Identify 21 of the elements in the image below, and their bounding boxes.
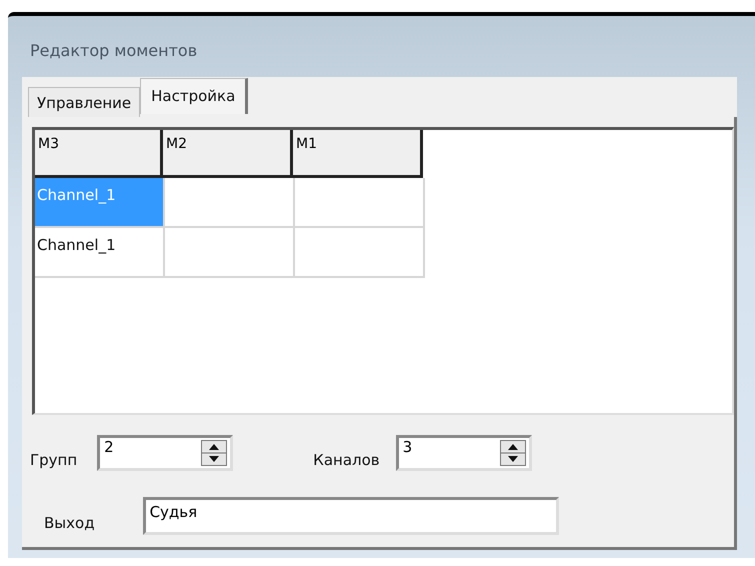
spin-box[interactable]: 2 bbox=[97, 435, 234, 471]
tab[interactable]: Настройка bbox=[140, 78, 248, 114]
spin-box[interactable]: 3 bbox=[396, 435, 532, 471]
spin-arrows-icon[interactable] bbox=[500, 440, 526, 466]
table-cell[interactable] bbox=[165, 178, 295, 228]
spinner-label: Групп bbox=[30, 451, 78, 469]
table-cell[interactable] bbox=[295, 228, 425, 278]
column-header[interactable]: M1 bbox=[293, 130, 423, 178]
spin-value: 2 bbox=[103, 438, 115, 456]
spin-value: 3 bbox=[402, 438, 414, 456]
output-label: Выход bbox=[44, 514, 95, 532]
window-title: Редактор моментов bbox=[29, 40, 198, 62]
table-cell[interactable] bbox=[295, 178, 425, 228]
spin-arrows-icon[interactable] bbox=[201, 440, 228, 466]
table-cell[interactable]: Channel_1 bbox=[35, 228, 165, 278]
output-field[interactable]: Судья bbox=[142, 497, 559, 535]
column-header[interactable]: M3 bbox=[35, 130, 163, 178]
spinner-label: Каналов bbox=[313, 451, 380, 469]
tab[interactable]: Управление bbox=[28, 87, 140, 117]
table-cell[interactable] bbox=[165, 228, 295, 278]
column-header[interactable]: M2 bbox=[163, 130, 293, 178]
